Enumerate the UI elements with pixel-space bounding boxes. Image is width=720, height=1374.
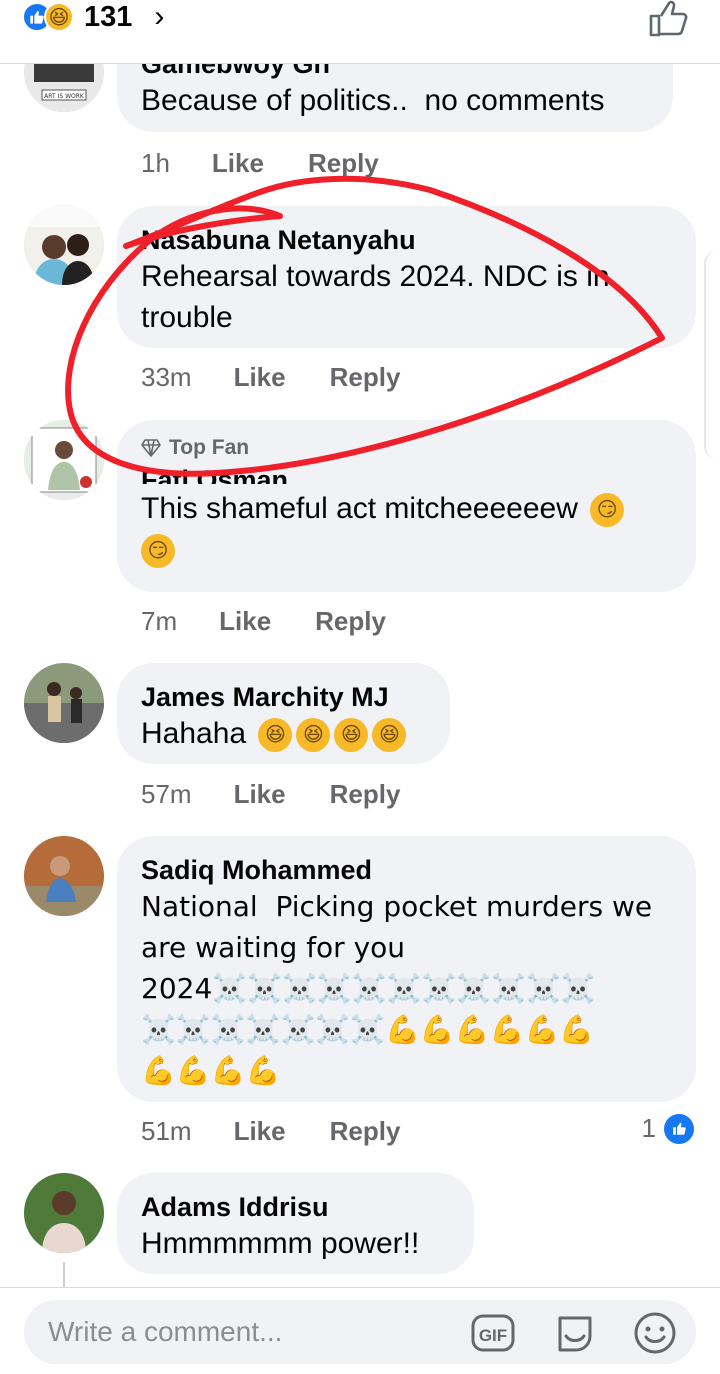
svg-text:GIF: GIF: [479, 1326, 507, 1345]
reactions-header: 😆 131 ›: [0, 0, 720, 64]
like-button[interactable]: Like: [219, 606, 271, 637]
like-button[interactable]: Like: [234, 362, 286, 393]
chevron-right-icon[interactable]: ›: [154, 0, 164, 34]
reply-button[interactable]: Reply: [315, 606, 386, 637]
comment-text: Because of politics.. no comments: [141, 84, 605, 117]
comment-actions: 7m Like Reply: [141, 606, 386, 637]
reply-button[interactable]: Reply: [330, 362, 401, 393]
reply-button[interactable]: Reply: [308, 148, 379, 179]
avatar[interactable]: [24, 205, 104, 285]
comment-bubble[interactable]: Sadiq Mohammed National Picking pocket m…: [117, 836, 696, 1102]
avatar[interactable]: [24, 836, 104, 916]
laughing-emoji-icon: 😆: [372, 718, 407, 753]
svg-text:ART IS WORK: ART IS WORK: [44, 93, 85, 100]
reply-button[interactable]: Reply: [330, 1116, 401, 1147]
diamond-icon: [141, 439, 161, 457]
laughing-emoji-icon: 😆: [258, 718, 293, 753]
comment-bubble[interactable]: Top Fan Fati Osman This shameful act mit…: [117, 420, 696, 592]
commenter-name[interactable]: James Marchity MJ: [141, 681, 426, 713]
comment-time: 51m: [141, 1116, 192, 1146]
avatar[interactable]: [24, 1173, 104, 1253]
scrollbar[interactable]: [704, 250, 720, 460]
reactions-summary[interactable]: 😆 131 ›: [22, 0, 164, 34]
comment-bubble[interactable]: James Marchity MJ Hahaha 😆 😆 😆 😆: [117, 663, 450, 764]
comment-actions: 51m Like Reply: [141, 1116, 400, 1147]
comment-text: National Picking pocket murders we are w…: [141, 890, 653, 1087]
commenter-name[interactable]: Adams Iddrisu: [141, 1191, 450, 1223]
comment-actions: 33m Like Reply: [141, 362, 400, 393]
comment-reaction-count: 1: [641, 1113, 656, 1143]
like-icon: [664, 1113, 694, 1144]
comment-text: Hahaha 😆 😆 😆 😆: [141, 713, 426, 754]
like-button[interactable]: Like: [212, 148, 264, 179]
comment-actions: 57m Like Reply: [141, 779, 400, 810]
sticker-icon[interactable]: [552, 1310, 598, 1356]
smirk-emoji-icon: 😏: [590, 493, 625, 528]
comment-bubble[interactable]: Adams Iddrisu Hmmmmmm power!!: [117, 1173, 474, 1274]
comment-time: 7m: [141, 606, 178, 636]
thumbs-up-outline-icon[interactable]: [648, 0, 690, 38]
smiley-icon[interactable]: [632, 1310, 678, 1356]
comment-time: 1h: [141, 148, 170, 178]
comment-text: Hmmmmmm power!!: [141, 1227, 420, 1260]
thread-line: [63, 1262, 65, 1288]
comment-text: This shameful act mitcheeeeeew 😏 😏: [141, 488, 672, 570]
laughing-emoji-icon: 😆: [334, 718, 369, 753]
haha-icon: 😆: [44, 2, 74, 32]
comment-text: Rehearsal towards 2024. NDC is in troubl…: [141, 260, 610, 334]
comment-input[interactable]: [48, 1312, 468, 1352]
top-fan-badge: Top Fan: [141, 434, 672, 462]
commenter-name[interactable]: Nasabuna Netanyahu: [141, 224, 672, 256]
comment-composer-bar: GIF: [0, 1287, 720, 1374]
laughing-emoji-icon: 😆: [296, 718, 331, 753]
reaction-count: 131: [84, 0, 133, 33]
comment-time: 57m: [141, 779, 192, 809]
like-button[interactable]: Like: [234, 779, 286, 810]
comment-actions: 1h Like Reply: [141, 148, 379, 179]
commenter-name[interactable]: Sadiq Mohammed: [141, 854, 672, 886]
like-button[interactable]: Like: [234, 1116, 286, 1147]
comment-composer[interactable]: GIF: [24, 1300, 696, 1364]
reply-button[interactable]: Reply: [330, 779, 401, 810]
comment-time: 33m: [141, 362, 192, 392]
smirk-emoji-icon: 😏: [141, 534, 175, 569]
comment-bubble[interactable]: Nasabuna Netanyahu Rehearsal towards 202…: [117, 206, 696, 348]
gif-icon[interactable]: GIF: [470, 1310, 516, 1356]
avatar[interactable]: [24, 420, 104, 500]
commenter-name[interactable]: Fati Osman: [141, 460, 672, 484]
comment-reaction-summary[interactable]: 1: [642, 1113, 694, 1144]
avatar[interactable]: [24, 663, 104, 743]
